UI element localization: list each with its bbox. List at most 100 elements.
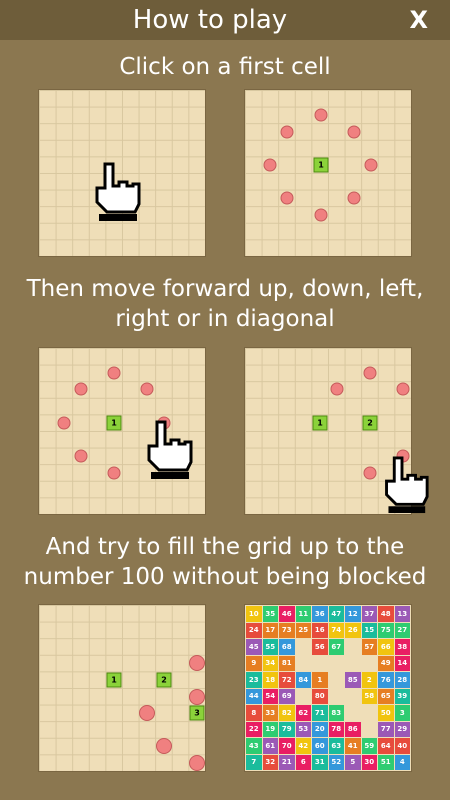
grid-cell: 78 [328, 721, 344, 737]
grid-cell: 26 [345, 622, 361, 638]
cell-number-1: 1 [313, 157, 329, 173]
grid-cell: 25 [295, 622, 311, 638]
cell-number-1: 1 [106, 415, 122, 431]
move-target-dot [156, 738, 172, 754]
move-target-dot [314, 108, 328, 122]
cell-number-2: 2 [362, 415, 378, 431]
grid-cell: 12 [345, 606, 361, 622]
grid-cell: 51 [378, 754, 394, 770]
move-target-dot [363, 366, 377, 380]
grid-cell [361, 705, 377, 721]
grid-cell: 27 [394, 622, 410, 638]
grid-cell: 17 [262, 622, 278, 638]
move-target-dot [57, 416, 71, 430]
grid-cell [345, 655, 361, 671]
grid-cell [312, 655, 328, 671]
grid-cell: 37 [361, 606, 377, 622]
move-target-dot [280, 125, 294, 139]
move-target-dot [189, 655, 205, 671]
grid-cell: 62 [295, 705, 311, 721]
grid-cell: 35 [262, 606, 278, 622]
grid-cell: 70 [279, 738, 295, 754]
grid-cell: 85 [345, 672, 361, 688]
grid-cell: 52 [328, 754, 344, 770]
grid-cell: 84 [295, 672, 311, 688]
grid-cell: 68 [279, 639, 295, 655]
grid-cell: 72 [279, 672, 295, 688]
grid-cell: 9 [246, 655, 262, 671]
completed-grid: 10 35 46 11 36 47 12 37 48 13 24 17 73 25 16 74 26 15 75 27… [244, 604, 412, 772]
demo-board-5: 1 2 3 [38, 604, 206, 772]
grid-cell: 45 [246, 639, 262, 655]
grid-cell [295, 639, 311, 655]
grid-cell [361, 655, 377, 671]
grid-cell: 1 [312, 672, 328, 688]
grid-cell: 32 [262, 754, 278, 770]
grid-cell: 6 [295, 754, 311, 770]
grid-cell: 69 [279, 688, 295, 704]
move-target-dot [189, 755, 205, 771]
grid-cell [328, 688, 344, 704]
page-title: How to play [132, 5, 288, 35]
grid-cell [361, 721, 377, 737]
demo-board-2: 1 [244, 89, 412, 257]
grid-cell: 58 [361, 688, 377, 704]
grid-cell: 81 [279, 655, 295, 671]
grid-cell: 16 [312, 622, 328, 638]
step3-caption: And try to fill the grid up to the numbe… [23, 534, 427, 590]
grid-cell: 38 [394, 639, 410, 655]
step1-caption: Click on a first cell [119, 54, 331, 80]
grid-cell: 31 [312, 754, 328, 770]
grid-cell: 59 [361, 738, 377, 754]
grid-cell: 29 [394, 721, 410, 737]
grid-cell: 30 [361, 754, 377, 770]
grid-cell: 46 [279, 606, 295, 622]
demo-board-1 [38, 89, 206, 257]
grid-cell: 28 [394, 672, 410, 688]
grid-cell: 15 [361, 622, 377, 638]
grid-cell: 63 [328, 738, 344, 754]
move-target-dot [364, 158, 378, 172]
grid-cell: 42 [295, 738, 311, 754]
grid-cell: 11 [295, 606, 311, 622]
grid-cell: 33 [262, 705, 278, 721]
grid-cell: 36 [312, 606, 328, 622]
grid-cell: 73 [279, 622, 295, 638]
grid-cell: 64 [378, 738, 394, 754]
grid-cell: 53 [295, 721, 311, 737]
grid-cell: 48 [378, 606, 394, 622]
demo-board-3: 1 [38, 347, 206, 515]
grid-cell: 43 [246, 738, 262, 754]
cell-number-1: 1 [312, 415, 328, 431]
grid-cell: 65 [378, 688, 394, 704]
grid-cell: 4 [394, 754, 410, 770]
pointing-hand-icon [95, 162, 141, 221]
grid-cell: 34 [262, 655, 278, 671]
pointing-hand-icon [147, 420, 193, 479]
grid-cell [328, 672, 344, 688]
grid-cell: 5 [345, 754, 361, 770]
pointing-hand-icon [385, 456, 429, 514]
move-target-dot [347, 125, 361, 139]
grid-cell: 55 [262, 639, 278, 655]
grid-cell: 75 [378, 622, 394, 638]
grid-cell: 24 [246, 622, 262, 638]
grid-cell: 2 [361, 672, 377, 688]
grid-cell: 71 [312, 705, 328, 721]
grid-cell: 82 [279, 705, 295, 721]
grid-cell: 10 [246, 606, 262, 622]
grid-cell [345, 705, 361, 721]
move-target-dot [107, 466, 121, 480]
grid-cell: 80 [312, 688, 328, 704]
move-target-dot [74, 382, 88, 396]
move-target-dot [139, 705, 155, 721]
grid-cell: 74 [328, 622, 344, 638]
cell-number-2: 2 [156, 672, 172, 688]
grid-cell: 61 [262, 738, 278, 754]
move-target-dot [347, 191, 361, 205]
grid-cell: 41 [345, 738, 361, 754]
close-button[interactable]: X [409, 0, 428, 40]
grid-cell: 19 [262, 721, 278, 737]
grid-cell: 67 [328, 639, 344, 655]
cell-number-3: 3 [189, 705, 205, 721]
